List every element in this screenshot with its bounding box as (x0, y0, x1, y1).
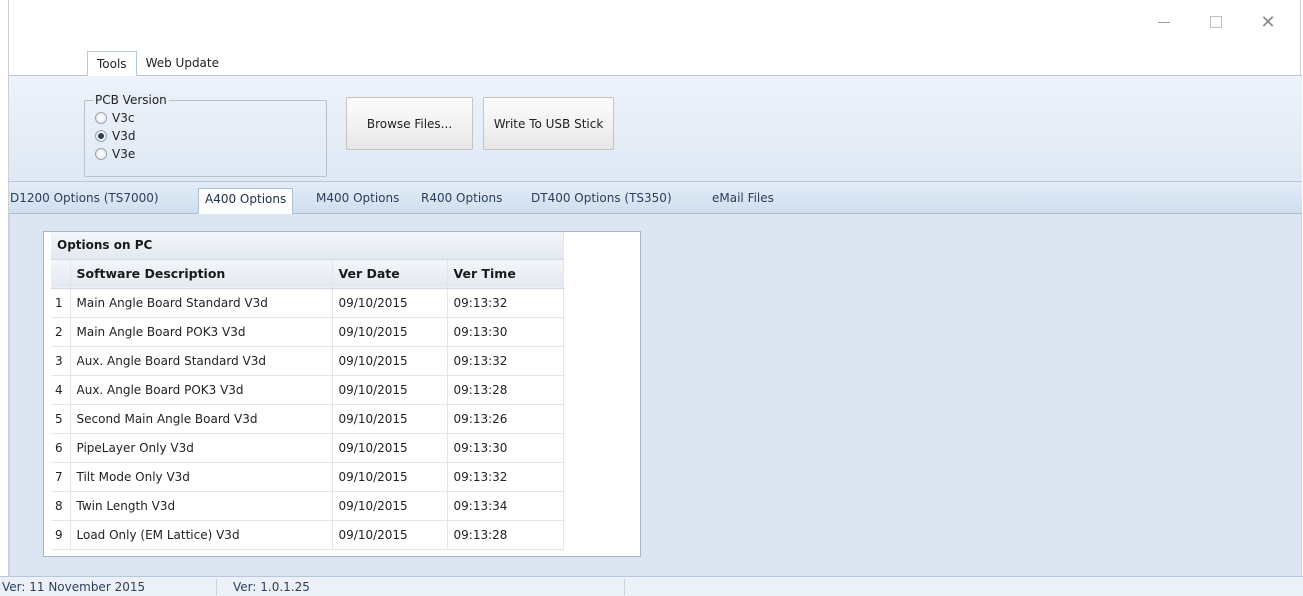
tab-a400-options[interactable]: A400 Options (198, 188, 294, 215)
cell-date[interactable]: 09/10/2015 (332, 404, 448, 434)
radio-v3d-label: V3d (112, 129, 136, 143)
table-row[interactable]: 5 Second Main Angle Board V3d 09/10/2015… (51, 404, 564, 434)
row-number: 1 (51, 288, 71, 318)
radio-v3d-indicator[interactable] (95, 130, 107, 142)
cell-time[interactable]: 09:13:30 (447, 317, 564, 347)
cell-date[interactable]: 09/10/2015 (332, 433, 448, 463)
tab-email-files[interactable]: eMail Files (712, 191, 774, 205)
row-number: 9 (51, 520, 71, 550)
status-divider (216, 579, 217, 595)
options-tab-strip: D1200 Options (TS7000) A400 Options M400… (9, 182, 1302, 215)
cell-description[interactable]: Load Only (EM Lattice) V3d (70, 520, 333, 550)
row-number: 8 (51, 491, 71, 521)
cell-description[interactable]: Aux. Angle Board Standard V3d (70, 346, 333, 376)
write-usb-button[interactable]: Write To USB Stick (483, 97, 614, 150)
cell-date[interactable]: 09/10/2015 (332, 375, 448, 405)
table-row[interactable]: 4 Aux. Angle Board POK3 V3d 09/10/2015 0… (51, 375, 564, 405)
cell-description[interactable]: Second Main Angle Board V3d (70, 404, 333, 434)
radio-v3e-indicator[interactable] (95, 148, 107, 160)
app-window: ✕ Tools Web Update PCB Version V3c V3d V… (8, 0, 1302, 596)
cell-time[interactable]: 09:13:26 (447, 404, 564, 434)
radio-v3e-label: V3e (112, 147, 136, 161)
tab-r400-options[interactable]: R400 Options (421, 191, 502, 205)
table-row[interactable]: 7 Tilt Mode Only V3d 09/10/2015 09:13:32 (51, 462, 564, 492)
table-row[interactable]: 1 Main Angle Board Standard V3d 09/10/20… (51, 288, 564, 318)
table-row[interactable]: 6 PipeLayer Only V3d 09/10/2015 09:13:30 (51, 433, 564, 463)
cell-time[interactable]: 09:13:30 (447, 433, 564, 463)
cell-time[interactable]: 09:13:28 (447, 520, 564, 550)
cell-time[interactable]: 09:13:32 (447, 288, 564, 318)
radio-v3c-indicator[interactable] (95, 112, 107, 124)
cell-time[interactable]: 09:13:32 (447, 346, 564, 376)
row-number: 6 (51, 433, 71, 463)
status-bar: Ver: 11 November 2015 Ver: 1.0.1.25 (0, 576, 1303, 596)
cell-description[interactable]: Tilt Mode Only V3d (70, 462, 333, 492)
row-number: 3 (51, 346, 71, 376)
cell-description[interactable]: PipeLayer Only V3d (70, 433, 333, 463)
tab-m400-options[interactable]: M400 Options (316, 191, 399, 205)
minimize-button[interactable] (1150, 10, 1178, 34)
options-grid: Options on PC Software Description Ver D… (51, 232, 564, 550)
window-controls: ✕ (1150, 10, 1282, 34)
grid-group-title: Options on PC (51, 232, 564, 260)
cell-date[interactable]: 09/10/2015 (332, 346, 448, 376)
tab-d1200-options[interactable]: D1200 Options (TS7000) (10, 191, 159, 205)
table-row[interactable]: 9 Load Only (EM Lattice) V3d 09/10/2015 … (51, 520, 564, 550)
row-number: 2 (51, 317, 71, 347)
column-header-time[interactable]: Ver Time (447, 259, 564, 289)
status-version: Ver: 1.0.1.25 (233, 580, 310, 594)
row-number: 4 (51, 375, 71, 405)
row-number: 7 (51, 462, 71, 492)
tab-tools[interactable]: Tools (87, 51, 137, 76)
status-build-date: Ver: 11 November 2015 (2, 580, 146, 594)
cell-date[interactable]: 09/10/2015 (332, 317, 448, 347)
cell-date[interactable]: 09/10/2015 (332, 491, 448, 521)
row-number-header (51, 259, 71, 289)
pcb-version-title: PCB Version (93, 93, 169, 107)
tab-web-update[interactable]: Web Update (137, 51, 228, 76)
radio-v3c-label: V3c (112, 111, 135, 125)
radio-v3e[interactable]: V3e (95, 147, 135, 161)
column-header-description[interactable]: Software Description (70, 259, 333, 289)
table-row[interactable]: 8 Twin Length V3d 09/10/2015 09:13:34 (51, 491, 564, 521)
options-content: Options on PC Software Description Ver D… (9, 214, 1302, 576)
cell-description[interactable]: Main Angle Board POK3 V3d (70, 317, 333, 347)
cell-description[interactable]: Aux. Angle Board POK3 V3d (70, 375, 333, 405)
table-row[interactable]: 2 Main Angle Board POK3 V3d 09/10/2015 0… (51, 317, 564, 347)
close-button[interactable]: ✕ (1254, 10, 1282, 34)
top-tab-strip: Tools Web Update (87, 51, 228, 76)
status-divider (624, 579, 625, 595)
grid-group-header: Options on PC (51, 232, 564, 260)
radio-v3c[interactable]: V3c (95, 111, 134, 125)
tab-dt400-options[interactable]: DT400 Options (TS350) (531, 191, 672, 205)
grid-column-headers: Software Description Ver Date Ver Time (51, 259, 564, 289)
table-row[interactable]: 3 Aux. Angle Board Standard V3d 09/10/20… (51, 346, 564, 376)
pcb-version-group: PCB Version V3c V3d V3e (84, 93, 327, 177)
row-number: 5 (51, 404, 71, 434)
tools-ribbon: PCB Version V3c V3d V3e Browse Files... … (9, 75, 1302, 182)
cell-date[interactable]: 09/10/2015 (332, 462, 448, 492)
cell-date[interactable]: 09/10/2015 (332, 520, 448, 550)
cell-time[interactable]: 09:13:28 (447, 375, 564, 405)
column-header-date[interactable]: Ver Date (332, 259, 448, 289)
options-grid-panel: Options on PC Software Description Ver D… (43, 231, 641, 557)
browse-files-button[interactable]: Browse Files... (346, 97, 473, 150)
cell-description[interactable]: Twin Length V3d (70, 491, 333, 521)
radio-v3d[interactable]: V3d (95, 129, 135, 143)
cell-date[interactable]: 09/10/2015 (332, 288, 448, 318)
cell-time[interactable]: 09:13:34 (447, 491, 564, 521)
cell-time[interactable]: 09:13:32 (447, 462, 564, 492)
maximize-button[interactable] (1202, 10, 1230, 34)
cell-description[interactable]: Main Angle Board Standard V3d (70, 288, 333, 318)
